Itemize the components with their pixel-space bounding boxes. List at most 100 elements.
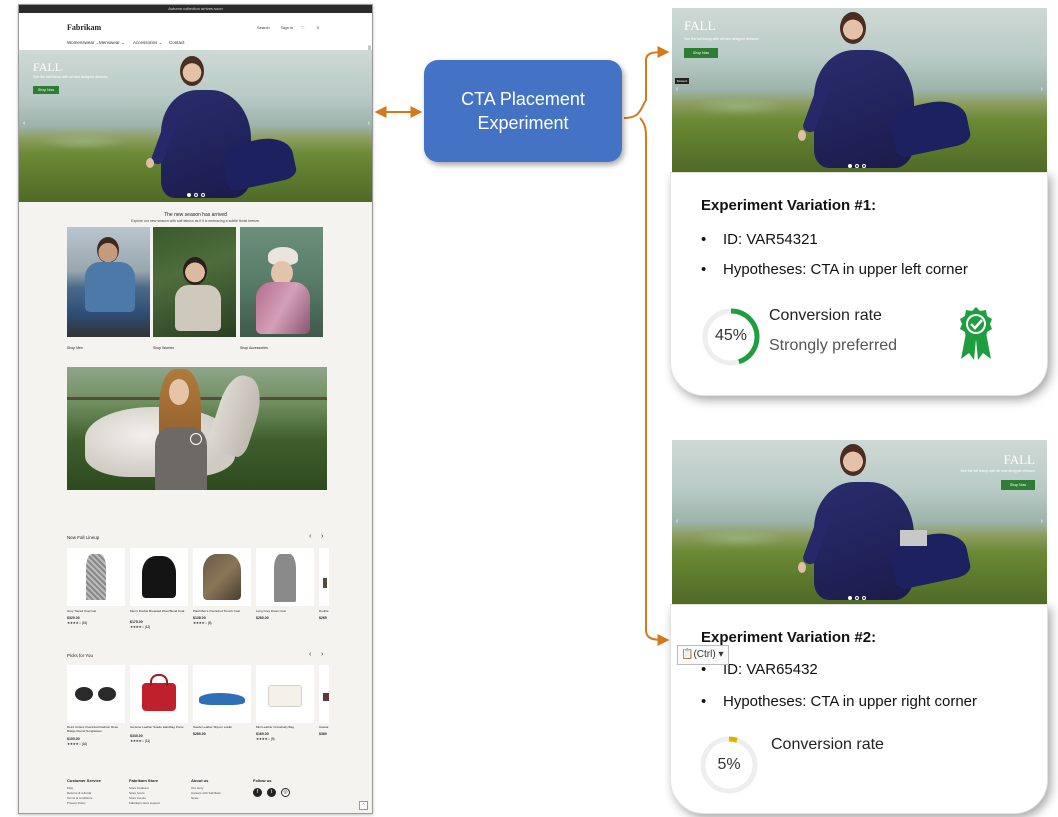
footer-link[interactable]: FAQ [67, 786, 73, 790]
hero-pagination-dots[interactable] [187, 193, 205, 197]
twitter-icon[interactable]: t [267, 788, 276, 797]
product-rating: ★★★★☆ (9) [256, 737, 275, 741]
footer-link[interactable]: Store events [129, 796, 146, 800]
variation-1-next-arrow[interactable]: › [1041, 86, 1043, 93]
product-rating: ★★★★☆ (11) [130, 739, 150, 743]
nav-menswear[interactable]: Menswear ⌄ [99, 40, 125, 46]
product-image-sunglasses[interactable] [67, 665, 125, 723]
product-image-trench-coat[interactable] [193, 548, 251, 606]
variation-2-shop-now-button[interactable]: Shop Now [1001, 480, 1035, 490]
brand-logo[interactable]: Fabrikam [67, 23, 101, 32]
product-image-tweed-overcoat[interactable] [67, 548, 125, 606]
product-name[interactable]: Genuine Leather Suede Handbag Purse [130, 725, 188, 730]
product-name[interactable]: Retro Unisex Oversized Fashion Rose Brid… [67, 725, 125, 733]
shop-men-link[interactable]: Shop Men [67, 346, 83, 350]
product-name[interactable]: Casual [319, 726, 331, 730]
product-image-grey-dress-coat[interactable] [256, 548, 314, 606]
footer-link[interactable]: Privacy Policy [67, 801, 86, 805]
product-name[interactable]: Men's Double Breasted Wool Blend Coat [130, 609, 188, 614]
footer-link[interactable]: Store hours [129, 791, 145, 795]
lineup-prev-icon[interactable]: ‹ [309, 533, 311, 540]
category-image-women[interactable] [153, 227, 236, 337]
nav-womenswear[interactable]: Womenswear ⌄ [67, 40, 99, 46]
facebook-icon[interactable]: f [253, 788, 262, 797]
variation-2-prev-arrow[interactable]: ‹ [676, 518, 678, 525]
picks-prev-icon[interactable]: ‹ [309, 651, 311, 658]
product-price: $138.00 [193, 616, 206, 620]
footer-link[interactable]: Terms & conditions [67, 796, 92, 800]
picks-next-icon[interactable]: › [321, 651, 323, 658]
lineup-next-icon[interactable]: › [321, 533, 323, 540]
product-image-wool-coat[interactable] [130, 548, 188, 606]
instagram-icon[interactable]: ◎ [281, 788, 290, 797]
back-to-top-button[interactable]: ⌃ [359, 801, 368, 810]
shop-accessories-link[interactable]: Shop Accessories [240, 346, 268, 350]
shop-now-button[interactable]: Shop Now [33, 86, 59, 94]
variation-1-prev-arrow[interactable]: ‹ [676, 86, 678, 93]
product-name[interactable]: Long Grey Dress Coat [256, 609, 314, 614]
footer-link[interactable]: Our story [191, 786, 203, 790]
category-image-accessories[interactable] [240, 227, 323, 337]
variation-2-rate-value: 5% [717, 756, 741, 773]
product-price: $160.00 [256, 732, 269, 736]
product-price: $280.00 [256, 616, 269, 620]
wishlist-icon[interactable]: ♡ [301, 25, 305, 30]
footer-link[interactable]: News [191, 796, 199, 800]
product-price: $175.00 [130, 620, 143, 624]
footer-heading: Customer Service [67, 778, 102, 783]
product-image-white-bag[interactable] [256, 665, 314, 723]
variation-2-model-head [840, 444, 866, 476]
footer-link[interactable]: Returns & refunds [67, 791, 91, 795]
variation-1-rate-label: Conversion rate [769, 307, 882, 324]
experiment-node[interactable]: CTA Placement Experiment [424, 60, 622, 162]
horse-head [205, 370, 269, 460]
product-name[interactable]: Plaid Men's Oversized Trench Coat [193, 609, 251, 614]
variation-2-hero-title: FALL [1003, 452, 1035, 467]
product-name[interactable]: Suede Leather Slip-on Loafer [193, 725, 251, 730]
variation-1-hypothesis: • Hypotheses: CTA in upper left corner [701, 261, 968, 278]
model-hand [146, 158, 154, 168]
footer-heading: Follow us [253, 778, 272, 783]
experiment-node-title: CTA Placement [461, 89, 585, 109]
play-icon[interactable] [190, 433, 202, 445]
product-price: $320.00 [67, 616, 80, 620]
product-image-partial[interactable] [319, 665, 329, 723]
model-head [180, 56, 204, 86]
product-name[interactable]: Mini Leather Crossbody Bag [256, 725, 314, 730]
paste-options-button[interactable]: 📋(Ctrl) ▾ [677, 645, 729, 665]
footer-link[interactable]: Fabrikam store support [129, 801, 160, 805]
award-ribbon-check-icon [960, 307, 992, 360]
category-image-men[interactable] [67, 227, 150, 337]
hero-prev-arrow[interactable]: ‹ [23, 120, 25, 127]
variation-1-hypothesis-text: Hypotheses: CTA in upper left corner [723, 261, 968, 278]
product-rating: ★★★★☆ (16) [67, 742, 87, 746]
sign-in-link[interactable]: Sign in [281, 25, 293, 30]
product-price: $380 [319, 732, 327, 736]
search-link[interactable]: Search [257, 25, 270, 30]
variation-1-rate-status: Strongly preferred [769, 337, 898, 354]
variation-1-pagination-dots[interactable] [848, 164, 866, 168]
product-image-red-handbag[interactable] [130, 665, 188, 723]
shop-women-link[interactable]: Shop Women [153, 346, 174, 350]
season-heading: The new season has arrived [164, 212, 227, 218]
promo-video[interactable] [67, 367, 327, 490]
nav-accessories[interactable]: Accessories ⌄ [133, 40, 162, 46]
product-rating: ★★★★☆ (12) [130, 625, 150, 629]
variation-1-badge: Flowers [675, 78, 689, 84]
picks-for-you-heading: Picks for You [67, 653, 94, 658]
nav-contact[interactable]: Contact [169, 40, 185, 45]
hero-subtitle: See the fall lineup with all new designe… [33, 75, 108, 79]
footer-link[interactable]: Store locations [129, 786, 149, 790]
variation-1-shop-now-button[interactable]: Shop Now [684, 48, 718, 58]
product-name[interactable]: Grey Tweed Overcoat [67, 609, 125, 614]
variation-2-pagination-dots[interactable] [848, 596, 866, 600]
product-image-loafer[interactable] [193, 665, 251, 723]
product-name[interactable]: Double [319, 610, 331, 614]
footer-link[interactable]: Careers with Fabrikam [191, 791, 221, 795]
variation-1-card: Experiment Variation #1: • ID: VAR54321 •… [670, 172, 1048, 396]
cart-count[interactable]: 0 [317, 25, 319, 30]
variation-2-next-arrow[interactable]: › [1041, 518, 1043, 525]
product-image-partial[interactable] [319, 548, 329, 606]
hero-next-arrow[interactable]: › [368, 120, 370, 127]
season-subheading: Explore our new season with soft fabrics… [131, 219, 260, 223]
